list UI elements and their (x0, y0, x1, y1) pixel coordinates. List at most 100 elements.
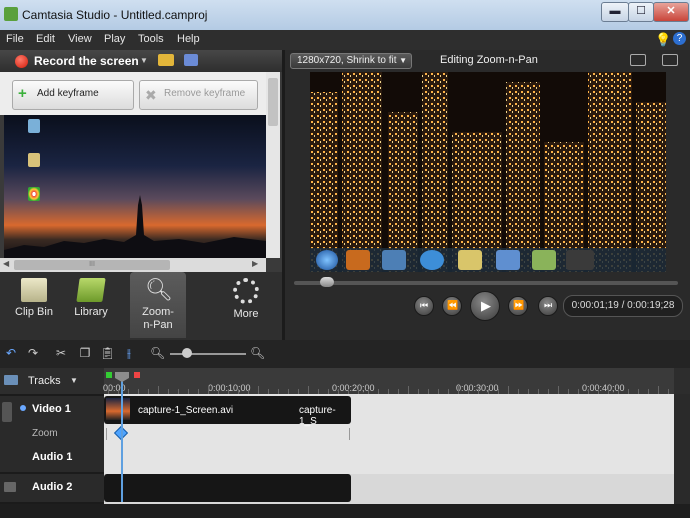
ruler-tick (498, 389, 499, 394)
skip-forward-button[interactable]: ⏭ (538, 296, 558, 316)
timeline-vertical-scrollbar[interactable] (674, 394, 690, 504)
canvas-size-value: 1280x720, Shrink to fit (297, 55, 397, 66)
scroll-right-icon[interactable]: ▶ (252, 259, 258, 268)
zoom-pan-preview-thumbnail[interactable] (4, 115, 266, 260)
ruler-tick (318, 389, 319, 394)
ruler-tick (568, 389, 569, 394)
track-header-video-1[interactable]: Video 1 (0, 396, 104, 424)
track-header-audio-1[interactable]: Audio 1 (0, 444, 104, 472)
seek-thumb[interactable] (320, 277, 334, 287)
ruler-tick (598, 389, 599, 394)
record-icon[interactable] (15, 55, 28, 68)
magnifier-icon: 🔍︎ (145, 277, 173, 302)
detach-preview-icon[interactable] (662, 54, 678, 66)
scroll-left-icon[interactable]: ◀ (3, 259, 9, 268)
tab-library[interactable]: Library (64, 272, 118, 338)
tab-zoom-n-pan[interactable]: 🔍︎ Zoom-n-Pan (130, 272, 186, 338)
preview-vertical-scrollbar[interactable] (266, 72, 280, 258)
ruler-tick (658, 386, 659, 394)
selection-end-marker[interactable] (134, 372, 140, 378)
copy-icon[interactable]: ❐ (78, 346, 92, 360)
tab-clip-bin-label: Clip Bin (15, 306, 53, 318)
menu-help[interactable]: Help (177, 33, 200, 45)
remove-icon: ✖ (145, 87, 157, 103)
menu-file[interactable]: File (6, 33, 24, 45)
video-clip[interactable]: capture-1_Screen.avi capture-1_S (104, 396, 351, 427)
help-icon[interactable]: ? (673, 32, 686, 45)
ruler-tick (618, 389, 619, 394)
menu-tools[interactable]: Tools (138, 33, 164, 45)
track-header-zoom[interactable]: Zoom (0, 424, 104, 444)
menu-bar: File Edit View Play Tools Help 💡 ? (0, 30, 690, 50)
zoom-slider-thumb[interactable] (182, 348, 192, 358)
record-screen-button[interactable]: Record the screen (34, 54, 139, 68)
clip-thumbnail (106, 398, 130, 420)
tab-clip-bin[interactable]: Clip Bin (6, 272, 62, 338)
playhead[interactable] (115, 372, 129, 502)
menu-play[interactable]: Play (104, 33, 125, 45)
video-preview-canvas[interactable] (310, 72, 666, 272)
selection-start-marker[interactable] (106, 372, 112, 378)
zoom-out-icon[interactable]: 🔍︎ (150, 346, 165, 360)
undo-icon[interactable]: ↶ (4, 346, 18, 360)
rewind-button[interactable]: ⏪ (442, 296, 462, 316)
timeline-horizontal-scrollbar[interactable] (0, 504, 690, 518)
ruler-tick (128, 389, 129, 394)
tab-more[interactable]: More (216, 272, 276, 338)
play-button[interactable]: ▶ (470, 291, 500, 321)
redo-icon[interactable]: ↷ (26, 346, 40, 360)
split-icon[interactable]: ⫲ (122, 346, 136, 360)
remove-keyframe-label: Remove keyframe (164, 88, 246, 99)
tracks-dropdown-icon[interactable]: ▼ (70, 376, 78, 385)
maximize-button[interactable]: ☐ (628, 2, 654, 22)
ruler-tick (168, 389, 169, 394)
ruler-tick (308, 386, 309, 394)
import-folder-icon[interactable] (158, 54, 174, 66)
skip-back-button[interactable]: ⏮ (414, 296, 434, 316)
track-lock-icon[interactable] (4, 482, 16, 492)
fullscreen-icon[interactable] (630, 54, 646, 66)
fast-forward-icon: ⏩ (513, 300, 525, 310)
ruler-tick (158, 386, 159, 394)
preview-horizontal-scrollbar[interactable]: ◀ III ▶ (0, 258, 266, 272)
horizontal-scroll-thumb[interactable]: III (14, 260, 170, 270)
canvas-size-dropdown[interactable]: 1280x720, Shrink to fit ▼ (290, 53, 412, 69)
window-title: Camtasia Studio - Untitled.camproj (22, 8, 208, 22)
cut-icon[interactable]: ✂ (54, 346, 68, 360)
add-keyframe-button[interactable]: + Add keyframe (12, 80, 134, 110)
ruler-tick (178, 389, 179, 394)
audio-clip[interactable] (104, 474, 351, 502)
ruler-tick (428, 389, 429, 394)
record-dropdown-icon[interactable]: ▼ (140, 56, 148, 65)
vertical-scroll-thumb[interactable] (268, 78, 278, 126)
ruler-tick (298, 389, 299, 394)
tips-icon[interactable]: 💡 (655, 32, 671, 48)
explorer-folder-icon (458, 250, 482, 270)
tab-library-label: Library (74, 306, 108, 318)
ruler-tick (148, 389, 149, 394)
timeline-toolbar: ↶ ↷ ✂ ❐ 📋︎ ⫲ 🔍︎ 🔍︎ (0, 340, 690, 368)
tracks-menu[interactable]: Tracks (28, 375, 61, 387)
itunes-icon (420, 250, 444, 270)
menu-view[interactable]: View (68, 33, 92, 45)
seek-bar[interactable] (294, 281, 678, 285)
zoom-in-icon[interactable]: 🔍︎ (250, 346, 265, 360)
produce-share-icon[interactable] (184, 54, 198, 66)
track-lock-handle[interactable] (2, 402, 12, 422)
time-label: 0:00:10;00 (208, 383, 251, 393)
track-name: Audio 2 (32, 481, 73, 493)
close-button[interactable]: ✕ (653, 2, 689, 22)
track-header-audio-2[interactable]: Audio 2 (0, 474, 104, 502)
play-icon: ▶ (481, 298, 491, 313)
ruler-tick (228, 389, 229, 394)
paste-icon[interactable]: 📋︎ (100, 346, 115, 360)
ruler-tick (648, 389, 649, 394)
remove-keyframe-button[interactable]: ✖ Remove keyframe (139, 80, 258, 110)
fast-forward-button[interactable]: ⏩ (508, 296, 528, 316)
expand-track-icon[interactable] (20, 405, 26, 411)
menu-edit[interactable]: Edit (36, 33, 55, 45)
zoom-animation-range[interactable] (106, 428, 350, 440)
minimize-button[interactable]: ▬ (601, 2, 629, 22)
track-row-audio-1[interactable] (104, 444, 674, 475)
track-name: Video 1 (32, 403, 71, 415)
